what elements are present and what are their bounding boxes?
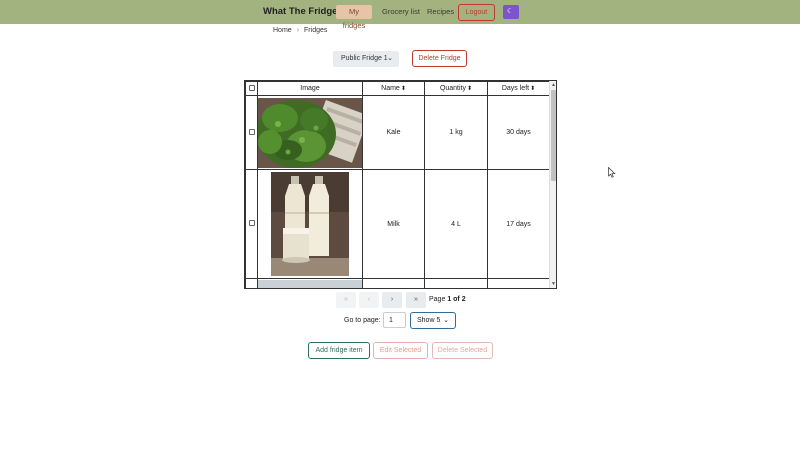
page-size-select[interactable]: Show 5 ⌄ bbox=[410, 312, 456, 329]
last-page-button[interactable]: » bbox=[406, 292, 426, 308]
fridge-select-value: Public Fridge 1 bbox=[341, 55, 388, 62]
theme-toggle-button[interactable]: ☾ bbox=[503, 5, 519, 19]
next-page-button[interactable]: › bbox=[382, 292, 402, 308]
table-header-row: Image Name⬍ Quantity⬍ Days left⬍ bbox=[245, 81, 550, 96]
brand-title[interactable]: What The Fridge bbox=[263, 6, 337, 17]
header-days-left[interactable]: Days left⬍ bbox=[487, 81, 550, 96]
quantity-cell: 4 L bbox=[424, 169, 488, 279]
goto-page-input[interactable] bbox=[383, 312, 406, 328]
page-word: Page bbox=[429, 296, 446, 303]
row-checkbox[interactable] bbox=[248, 128, 255, 135]
row-select-cell bbox=[245, 169, 258, 279]
logout-button[interactable]: Logout bbox=[458, 4, 495, 21]
delete-selected-button[interactable]: Delete Selected bbox=[432, 342, 493, 359]
header-quantity[interactable]: Quantity⬍ bbox=[424, 81, 488, 96]
breadcrumb-home[interactable]: Home bbox=[273, 27, 292, 34]
goto-page-label: Go to page: bbox=[344, 317, 381, 324]
header-image: Image bbox=[257, 81, 363, 96]
scrollbar-thumb[interactable] bbox=[551, 90, 556, 181]
table-row: Milk 4 L 17 days bbox=[245, 169, 550, 279]
days-left-cell: 30 days bbox=[487, 95, 550, 170]
mouse-cursor-icon bbox=[608, 167, 616, 178]
row-select-cell bbox=[245, 95, 258, 170]
sort-icon[interactable]: ⬍ bbox=[467, 86, 472, 92]
fridge-items-table: Image Name⬍ Quantity⬍ Days left⬍ Kale 1 … bbox=[244, 80, 557, 289]
page-indicator: Page 1 of 2 bbox=[429, 296, 466, 303]
page-count: 1 of 2 bbox=[447, 296, 466, 303]
edit-selected-button[interactable]: Edit Selected bbox=[373, 342, 428, 359]
partial-image bbox=[258, 279, 362, 288]
page-size-value: Show 5 bbox=[417, 317, 441, 324]
breadcrumb-separator-icon: › bbox=[296, 27, 300, 34]
header-name[interactable]: Name⬍ bbox=[362, 81, 425, 96]
breadcrumb: Home › Fridges bbox=[273, 27, 327, 34]
sort-icon[interactable]: ⬍ bbox=[530, 86, 535, 92]
row-checkbox[interactable] bbox=[248, 220, 255, 226]
add-fridge-item-button[interactable]: Add fridge item bbox=[308, 342, 370, 359]
days-left-cell: 17 days bbox=[487, 169, 550, 279]
nav-grocery-list[interactable]: Grocery list bbox=[380, 5, 422, 19]
delete-fridge-button[interactable]: Delete Fridge bbox=[412, 50, 467, 67]
chevron-down-icon: ⌄ bbox=[443, 317, 449, 324]
select-all-checkbox[interactable] bbox=[248, 84, 255, 91]
moon-icon: ☾ bbox=[507, 8, 514, 15]
name-cell: Milk bbox=[362, 169, 425, 279]
milk-image bbox=[271, 172, 349, 276]
chevron-down-icon: ⌄ bbox=[387, 55, 393, 62]
scroll-up-icon[interactable]: ▲ bbox=[551, 82, 556, 88]
image-cell bbox=[257, 95, 363, 170]
header-quantity-label: Quantity bbox=[439, 85, 467, 92]
select-all-cell bbox=[245, 81, 258, 96]
nav-recipes[interactable]: Recipes bbox=[425, 5, 456, 19]
table-row bbox=[245, 278, 550, 288]
fridge-select[interactable]: Public Fridge 1 ⌄ bbox=[333, 51, 399, 67]
name-cell: Kale bbox=[362, 95, 425, 170]
nav-my-fridges[interactable]: My fridges bbox=[336, 5, 372, 30]
prev-page-button[interactable]: ‹ bbox=[359, 292, 379, 308]
table-scrollbar[interactable]: ▲ ▼ bbox=[549, 81, 556, 288]
breadcrumb-current: Fridges bbox=[304, 27, 328, 34]
header-name-label: Name bbox=[381, 85, 400, 92]
sort-icon[interactable]: ⬍ bbox=[401, 86, 406, 92]
navbar: What The Fridge My fridges Grocery list … bbox=[0, 0, 800, 30]
kale-image bbox=[258, 97, 362, 168]
table-row: Kale 1 kg 30 days bbox=[245, 95, 550, 170]
first-page-button[interactable]: « bbox=[336, 292, 356, 308]
header-days-left-label: Days left bbox=[501, 85, 530, 92]
scroll-down-icon[interactable]: ▼ bbox=[551, 281, 556, 287]
quantity-cell: 1 kg bbox=[424, 95, 488, 170]
image-cell bbox=[257, 169, 363, 279]
